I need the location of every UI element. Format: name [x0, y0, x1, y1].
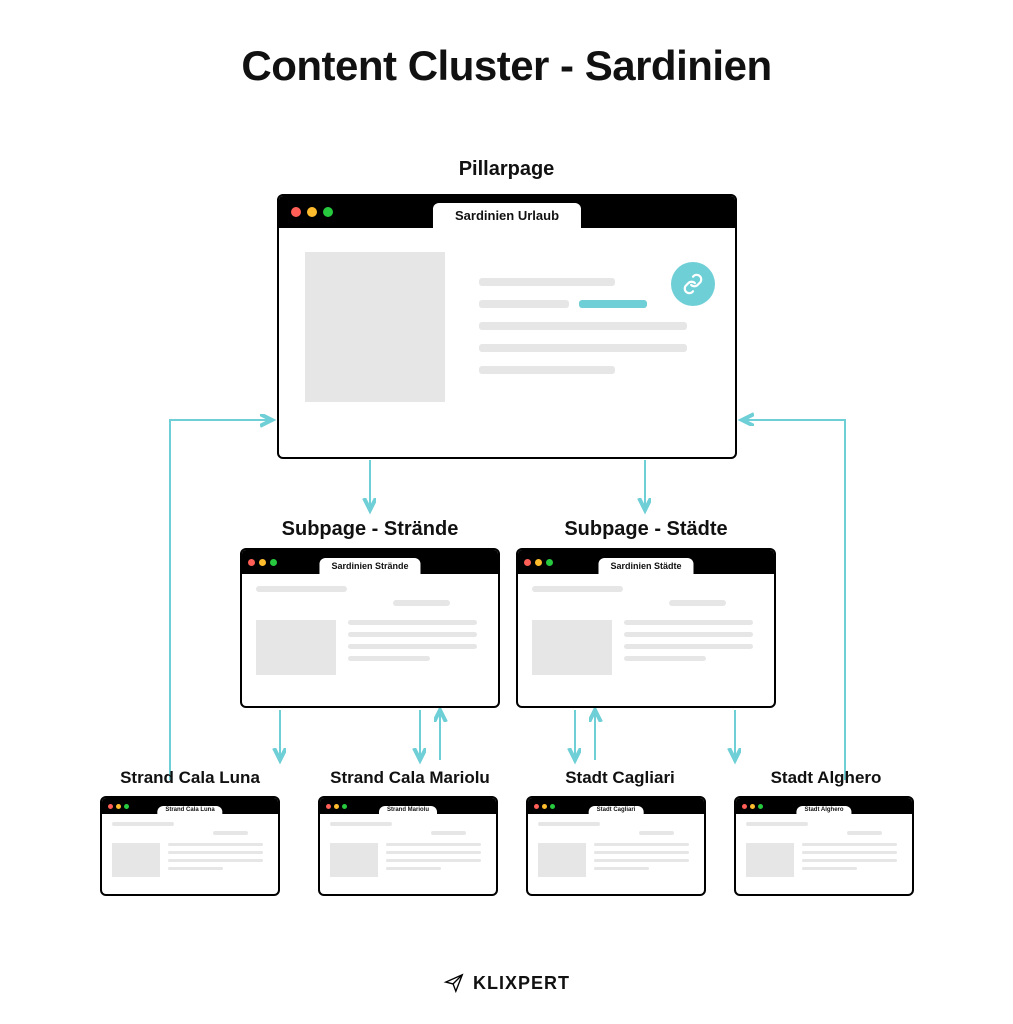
placeholder-row [330, 843, 486, 877]
placeholder-text [348, 620, 484, 675]
browser-header: Sardinien Strände [242, 550, 498, 574]
subpage-label-staedte: Subpage - Städte [516, 518, 776, 541]
placeholder-image [538, 843, 586, 877]
detail-browser-cala-luna: Strand Cala Luna [100, 796, 280, 896]
close-icon [248, 559, 255, 566]
browser-tab: Stadt Cagliari [589, 806, 644, 814]
detail-browser-cagliari: Stadt Cagliari [526, 796, 706, 896]
paper-plane-icon [443, 972, 465, 994]
placeholder-row [532, 620, 760, 675]
close-icon [291, 207, 301, 217]
browser-header: Stadt Cagliari [528, 798, 704, 814]
subpage-label-straende: Subpage - Strände [240, 518, 500, 541]
browser-body [320, 814, 496, 894]
maximize-icon [124, 804, 129, 809]
browser-header: Sardinien Städte [518, 550, 774, 574]
browser-body [279, 228, 735, 457]
close-icon [326, 804, 331, 809]
minimize-icon [334, 804, 339, 809]
placeholder-image [256, 620, 336, 675]
pillar-browser: Sardinien Urlaub [277, 194, 737, 459]
browser-body [102, 814, 278, 894]
close-icon [534, 804, 539, 809]
detail-label-cala-luna: Strand Cala Luna [100, 768, 280, 788]
placeholder-text [802, 843, 902, 877]
minimize-icon [535, 559, 542, 566]
maximize-icon [270, 559, 277, 566]
brand-footer: KLIXPERT [0, 972, 1013, 994]
placeholder-text [746, 822, 902, 840]
placeholder-text [330, 822, 486, 840]
placeholder-image [532, 620, 612, 675]
placeholder-row [538, 843, 694, 877]
window-controls [534, 804, 555, 809]
placeholder-row [112, 843, 268, 877]
browser-tab: Strand Mariolu [379, 806, 437, 814]
subpage-browser-staedte: Sardinien Städte [516, 548, 776, 708]
page-title: Content Cluster - Sardinien [0, 42, 1013, 90]
minimize-icon [542, 804, 547, 809]
minimize-icon [116, 804, 121, 809]
pillar-label: Pillarpage [0, 158, 1013, 181]
placeholder-text [256, 586, 484, 614]
placeholder-row [746, 843, 902, 877]
browser-header: Strand Mariolu [320, 798, 496, 814]
placeholder-row [256, 620, 484, 675]
browser-body [518, 574, 774, 706]
browser-tab: Stadt Alghero [796, 806, 851, 814]
link-icon [671, 262, 715, 306]
browser-header: Strand Cala Luna [102, 798, 278, 814]
browser-tab: Sardinien Urlaub [433, 203, 581, 228]
close-icon [108, 804, 113, 809]
browser-header: Stadt Alghero [736, 798, 912, 814]
placeholder-text [479, 278, 705, 388]
browser-body [528, 814, 704, 894]
maximize-icon [550, 804, 555, 809]
subpage-browser-straende: Sardinien Strände [240, 548, 500, 708]
browser-body [242, 574, 498, 706]
maximize-icon [323, 207, 333, 217]
detail-label-alghero: Stadt Alghero [736, 768, 916, 788]
brand-name: KLIXPERT [473, 973, 570, 994]
maximize-icon [758, 804, 763, 809]
placeholder-text [112, 822, 268, 840]
window-controls [248, 559, 277, 566]
detail-browser-cala-mariolu: Strand Mariolu [318, 796, 498, 896]
placeholder-image [112, 843, 160, 877]
browser-body [736, 814, 912, 894]
browser-tab: Sardinien Strände [319, 558, 420, 574]
placeholder-text [538, 822, 694, 840]
window-controls [524, 559, 553, 566]
window-controls [742, 804, 763, 809]
window-controls [108, 804, 129, 809]
close-icon [524, 559, 531, 566]
placeholder-image [330, 843, 378, 877]
window-controls [285, 207, 333, 217]
placeholder-image [746, 843, 794, 877]
browser-header: Sardinien Urlaub [279, 196, 735, 228]
placeholder-text [594, 843, 694, 877]
browser-tab: Sardinien Städte [598, 558, 693, 574]
placeholder-text [386, 843, 486, 877]
detail-label-cagliari: Stadt Cagliari [530, 768, 710, 788]
minimize-icon [307, 207, 317, 217]
browser-tab: Strand Cala Luna [157, 806, 222, 814]
placeholder-text [532, 586, 760, 614]
detail-label-cala-mariolu: Strand Cala Mariolu [310, 768, 510, 788]
window-controls [326, 804, 347, 809]
maximize-icon [546, 559, 553, 566]
placeholder-text [624, 620, 760, 675]
placeholder-image [305, 252, 445, 402]
minimize-icon [750, 804, 755, 809]
maximize-icon [342, 804, 347, 809]
placeholder-text [168, 843, 268, 877]
detail-browser-alghero: Stadt Alghero [734, 796, 914, 896]
minimize-icon [259, 559, 266, 566]
close-icon [742, 804, 747, 809]
